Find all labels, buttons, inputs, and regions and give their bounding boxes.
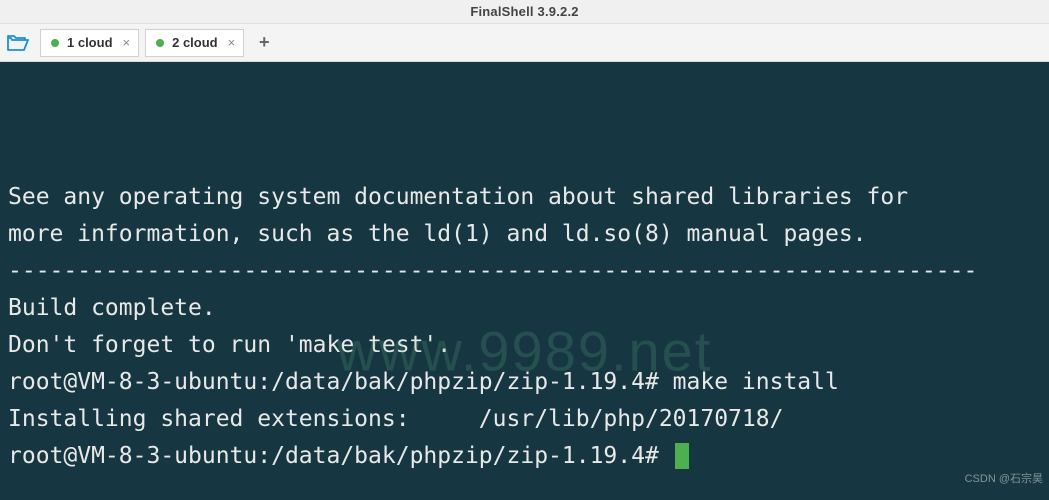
folder-open-icon[interactable] — [4, 29, 32, 57]
status-dot-icon — [51, 39, 59, 47]
credit-text: CSDN @石宗昊 — [965, 461, 1043, 498]
tab-label: 1 cloud — [67, 35, 113, 50]
tab-label: 2 cloud — [172, 35, 218, 50]
terminal-line: root@VM-8-3-ubuntu:/data/bak/phpzip/zip-… — [8, 364, 1041, 401]
cursor — [675, 443, 689, 469]
terminal-line: Don't forget to run 'make test'. — [8, 327, 1041, 364]
close-icon[interactable]: × — [228, 36, 236, 49]
terminal-line: Installing shared extensions: /usr/lib/p… — [8, 401, 1041, 438]
terminal-line: See any operating system documentation a… — [8, 179, 1041, 216]
window-title: FinalShell 3.9.2.2 — [470, 4, 578, 19]
terminal-line: root@VM-8-3-ubuntu:/data/bak/phpzip/zip-… — [8, 438, 1041, 475]
tabbar: 1 cloud × 2 cloud × + — [0, 24, 1049, 62]
tab-2-cloud[interactable]: 2 cloud × — [145, 29, 244, 57]
tab-1-cloud[interactable]: 1 cloud × — [40, 29, 139, 57]
close-icon[interactable]: × — [123, 36, 131, 49]
terminal-line: Build complete. — [8, 290, 1041, 327]
new-tab-button[interactable]: + — [254, 33, 274, 53]
status-dot-icon — [156, 39, 164, 47]
terminal-line: more information, such as the ld(1) and … — [8, 216, 1041, 253]
titlebar: FinalShell 3.9.2.2 — [0, 0, 1049, 24]
terminal-line: ----------------------------------------… — [8, 253, 1041, 290]
terminal[interactable]: www.9989.net CSDN @石宗昊 See any operating… — [0, 62, 1049, 500]
